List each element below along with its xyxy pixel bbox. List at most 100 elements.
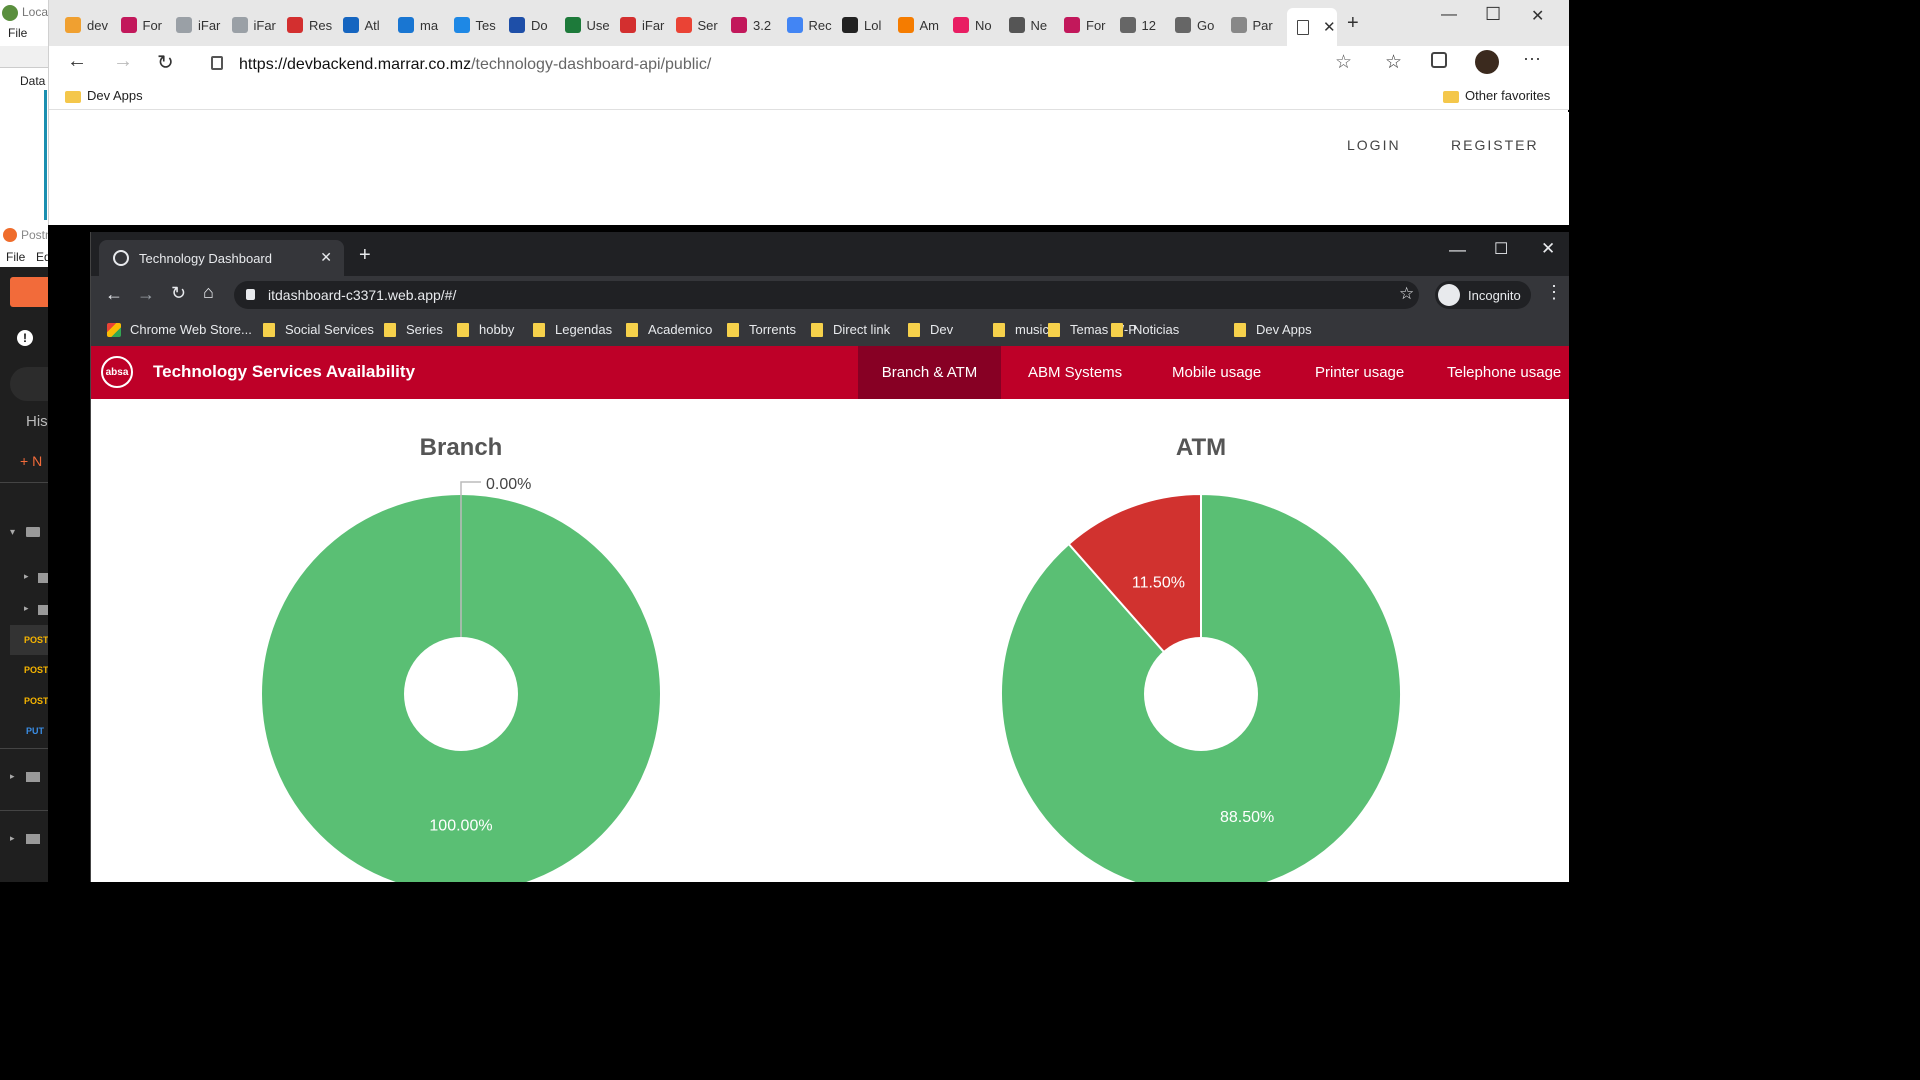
folder-icon: [626, 322, 638, 337]
bookmark-item[interactable]: Noticias: [1111, 322, 1179, 337]
maximize-icon[interactable]: ☐: [1485, 4, 1501, 25]
edge-tab[interactable]: Lol: [842, 12, 892, 38]
edge-tab[interactable]: iFar: [176, 12, 226, 38]
expand-icon[interactable]: ▾: [10, 527, 15, 538]
minimize-icon[interactable]: —: [1449, 240, 1466, 260]
bookmark-item[interactable]: Direct link: [811, 322, 890, 337]
edge-tab[interactable]: 3.2: [731, 12, 781, 38]
new-collection[interactable]: + N: [20, 453, 42, 469]
close-icon[interactable]: ✕: [1323, 18, 1336, 36]
url-host: https://devbackend.marrar.co.mz: [239, 56, 472, 73]
collections-icon[interactable]: [1431, 52, 1447, 68]
menu-file[interactable]: File: [8, 26, 27, 40]
bookmark-item[interactable]: Academico: [626, 322, 712, 337]
bookmark-label: Dev Apps: [87, 88, 143, 103]
edge-tab[interactable]: dev: [65, 12, 115, 38]
edge-tab[interactable]: iFar: [231, 12, 282, 38]
edge-tab-label: 12: [1141, 17, 1156, 33]
edge-tab[interactable]: Ne: [1008, 12, 1059, 38]
edge-tab[interactable]: Atl: [342, 12, 393, 38]
bookmark-item[interactable]: music: [993, 322, 1049, 337]
new-tab-icon[interactable]: +: [1347, 12, 1359, 35]
edge-tab-label: Lol: [864, 17, 882, 33]
bookmark-item[interactable]: Torrents: [727, 322, 796, 337]
edge-tab[interactable]: For: [1064, 12, 1114, 38]
history-tab[interactable]: His: [26, 413, 48, 430]
bookmark-item[interactable]: Series: [384, 322, 443, 337]
incognito-badge[interactable]: Incognito: [1435, 281, 1531, 309]
edge-tab[interactable]: Rec: [786, 12, 837, 38]
absa-logo[interactable]: absa: [101, 356, 133, 388]
nav-branch-atm[interactable]: Branch & ATM: [858, 346, 1001, 399]
edge-tab-label: Go: [1197, 17, 1215, 33]
nav-printer-usage[interactable]: Printer usage: [1288, 346, 1431, 399]
reload-icon[interactable]: ↻: [171, 283, 186, 304]
data-label: 11.50%: [1132, 574, 1185, 591]
bookmark-dev-apps[interactable]: Dev Apps: [65, 88, 143, 103]
forward-icon[interactable]: →: [113, 50, 133, 73]
edge-active-tab[interactable]: ✕: [1287, 8, 1337, 46]
register-link[interactable]: REGISTER: [1451, 137, 1539, 153]
edge-tab[interactable]: For: [120, 12, 171, 38]
nav-mobile-usage[interactable]: Mobile usage: [1145, 346, 1288, 399]
tab-technology-dashboard[interactable]: Technology Dashboard ✕: [99, 240, 344, 276]
edge-tab[interactable]: Ser: [675, 12, 726, 38]
menu-icon[interactable]: ⋮: [1545, 282, 1563, 303]
favicon-icon: [1230, 17, 1247, 33]
new-tab-icon[interactable]: +: [359, 244, 371, 267]
more-icon[interactable]: ···: [1523, 48, 1541, 69]
new-button[interactable]: [10, 277, 48, 307]
edge-tab[interactable]: Use: [564, 12, 615, 38]
edge-tab[interactable]: Do: [509, 12, 559, 38]
data-tab[interactable]: Data: [20, 74, 45, 88]
url-field[interactable]: itdashboard-c3371.web.app/#/: [234, 281, 1419, 309]
back-icon[interactable]: ←: [67, 50, 87, 73]
minimize-icon[interactable]: —: [1441, 6, 1457, 24]
method-post[interactable]: POST: [24, 665, 48, 675]
favicon-icon: [176, 17, 192, 33]
close-window-icon[interactable]: ✕: [1541, 239, 1555, 259]
star-icon[interactable]: ☆: [1399, 284, 1414, 304]
edge-tab-label: No: [975, 17, 992, 33]
edge-tab[interactable]: 12: [1119, 12, 1170, 38]
edge-tab[interactable]: Am: [897, 12, 948, 38]
method-post[interactable]: POST: [24, 635, 48, 645]
edge-tab[interactable]: No: [953, 12, 1003, 38]
incognito-label: Incognito: [1468, 287, 1521, 303]
nav-abm-systems[interactable]: ABM Systems: [1001, 346, 1149, 399]
bookmark-item[interactable]: Chrome Web Store...: [107, 322, 252, 337]
edge-tab[interactable]: Go: [1175, 12, 1225, 38]
postman-menu-file[interactable]: File: [6, 250, 25, 264]
url-field[interactable]: https://devbackend.marrar.co.mz/technolo…: [199, 51, 1369, 79]
edge-tab[interactable]: ma: [398, 12, 448, 38]
edge-tab[interactable]: Res: [287, 12, 337, 38]
maximize-icon[interactable]: ☐: [1494, 239, 1508, 259]
incognito-icon: [1438, 284, 1460, 306]
forward-icon[interactable]: →: [137, 284, 155, 305]
search-icon[interactable]: [10, 367, 48, 401]
method-put[interactable]: PUT: [26, 726, 44, 736]
bookmark-item[interactable]: Social Services: [263, 322, 374, 337]
bookmark-item[interactable]: hobby: [457, 322, 514, 337]
refresh-icon[interactable]: ↻: [157, 50, 174, 75]
bookmark-other-favorites[interactable]: Other favorites: [1443, 88, 1550, 103]
bookmark-item[interactable]: Dev Apps: [1234, 322, 1312, 337]
edge-tab[interactable]: Par: [1230, 12, 1281, 38]
nav-telephone-usage[interactable]: Telephone usage: [1420, 346, 1588, 399]
folder-icon: [811, 322, 823, 337]
folder-icon: [727, 322, 739, 337]
bookmark-item[interactable]: Legendas: [533, 322, 612, 337]
bookmark-item[interactable]: Dev: [908, 322, 953, 337]
postman-menu-edit[interactable]: Ed: [36, 250, 48, 264]
login-link[interactable]: LOGIN: [1347, 137, 1401, 153]
star-icon[interactable]: ☆: [1335, 51, 1352, 74]
edge-tab[interactable]: Tes: [453, 12, 504, 38]
method-post[interactable]: POST: [24, 696, 48, 706]
favorites-icon[interactable]: ☆: [1385, 51, 1402, 74]
close-window-icon[interactable]: ✕: [1531, 6, 1544, 26]
back-icon[interactable]: ←: [105, 284, 123, 305]
avatar[interactable]: [1475, 50, 1499, 74]
edge-tab[interactable]: iFar: [620, 12, 670, 38]
home-icon[interactable]: ⌂: [203, 282, 214, 303]
close-tab-icon[interactable]: ✕: [320, 249, 332, 266]
